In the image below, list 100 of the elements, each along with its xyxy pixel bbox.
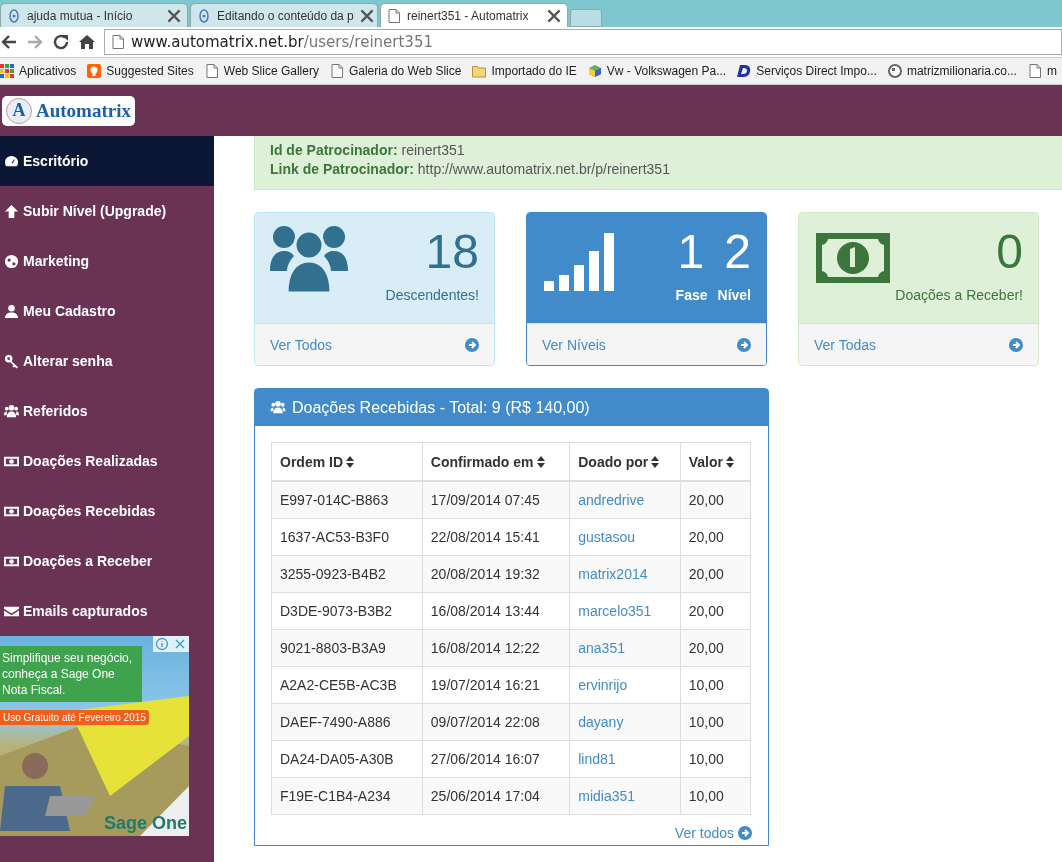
key-icon bbox=[4, 353, 19, 369]
arrow-circle-right-icon bbox=[465, 337, 479, 352]
letter-d-icon bbox=[737, 64, 752, 78]
sidebar-item[interactable]: Doações a Receber bbox=[0, 536, 214, 586]
sidebar-item[interactable]: Meu Cadastro bbox=[0, 286, 214, 336]
bookmark[interactable]: matrizmilionaria.co... bbox=[887, 64, 1017, 78]
ad-banner[interactable]: Simplifique seu negócio, conheça a Sage One Nota Fiscal. Uso Gratuito até Fevereiro 2015 Sage One bbox=[0, 636, 189, 836]
sidebar-item[interactable]: Doações Realizadas bbox=[0, 436, 214, 486]
sidebar-item[interactable]: Subir Nível (Upgrade) bbox=[0, 186, 214, 236]
table-cell: 22/08/2014 15:41 bbox=[422, 518, 570, 556]
arrow-circle-right-icon bbox=[1009, 337, 1023, 352]
lightbulb-icon bbox=[87, 64, 102, 78]
table-cell: 25/06/2014 17:04 bbox=[422, 777, 570, 815]
folder-icon bbox=[472, 64, 487, 78]
dashboard-icon bbox=[4, 153, 19, 169]
panel-title: Doações Recebidas - Total: 9 (R$ 140,00) bbox=[292, 398, 590, 417]
arrow-up-icon bbox=[4, 203, 19, 219]
sidebar-item[interactable]: Emails capturados bbox=[0, 586, 214, 636]
table-cell: 3255-0923-B4B2 bbox=[271, 555, 423, 593]
back-icon[interactable] bbox=[0, 33, 18, 51]
table-cell: 20,00 bbox=[680, 592, 751, 630]
browser-tab[interactable]: ajuda mutua - Início bbox=[0, 3, 188, 27]
table-cell: 20,00 bbox=[680, 481, 751, 519]
bookmark[interactable]: Web Slice Gallery bbox=[204, 64, 319, 78]
page-icon bbox=[204, 64, 219, 78]
donor-link[interactable]: lind81 bbox=[569, 740, 681, 778]
donor-link[interactable]: gustasou bbox=[569, 518, 681, 556]
sort-icon bbox=[346, 455, 354, 468]
reload-icon[interactable] bbox=[52, 33, 70, 51]
view-all-link[interactable]: Ver todos bbox=[674, 825, 752, 841]
sidebar-item[interactable]: Alterar senha bbox=[0, 336, 214, 386]
page-icon bbox=[387, 8, 401, 23]
ad-headline: Simplifique seu negócio, conheça a Sage One Nota Fiscal. bbox=[0, 646, 142, 702]
donor-link[interactable]: ana351 bbox=[569, 629, 681, 667]
arrow-circle-right-icon bbox=[738, 826, 752, 840]
stat-label: Doações a Receber! bbox=[895, 287, 1023, 303]
bookmark[interactable]: Galeria do Web Slice bbox=[329, 64, 462, 78]
browser-tab[interactable]: Editando o conteúdo da p bbox=[190, 3, 378, 27]
sort-icon bbox=[726, 455, 734, 468]
table-cell: 16/08/2014 13:44 bbox=[422, 592, 570, 630]
sort-icon bbox=[536, 455, 545, 468]
table-cell: 20,00 bbox=[680, 629, 751, 667]
site-icon bbox=[7, 8, 21, 23]
table-cell: E997-014C-B863 bbox=[271, 481, 423, 519]
ad-close-icon[interactable] bbox=[153, 636, 189, 652]
close-icon[interactable] bbox=[547, 8, 561, 23]
donor-link[interactable]: andredrive bbox=[569, 481, 681, 519]
table-cell: F19E-C1B4-A234 bbox=[271, 777, 423, 815]
bookmark[interactable]: Suggested Sites bbox=[87, 64, 194, 78]
table-cell: 10,00 bbox=[680, 777, 751, 815]
stat-label: Fase bbox=[675, 287, 708, 303]
cube-icon bbox=[587, 64, 602, 78]
close-icon[interactable] bbox=[167, 8, 181, 23]
sidebar-item[interactable]: Marketing bbox=[0, 236, 214, 286]
table-cell: DAEF-7490-A886 bbox=[271, 703, 423, 741]
stat-value: 0 bbox=[996, 224, 1023, 280]
sponsor-info-text: Id de Patrocinador: reinert351 bbox=[270, 142, 466, 158]
donor-link[interactable]: ervinrijo bbox=[569, 666, 681, 704]
donor-link[interactable]: dayany bbox=[569, 703, 681, 741]
table-cell: 10,00 bbox=[680, 740, 751, 778]
bookmark[interactable]: m bbox=[1027, 64, 1057, 78]
table-cell: 9021-8803-B3A9 bbox=[271, 629, 423, 667]
table-cell: 1637-AC53-B3F0 bbox=[271, 518, 423, 556]
globe-icon bbox=[4, 253, 19, 269]
table-cell: 20,00 bbox=[680, 518, 751, 556]
stat-label: Descendentes! bbox=[385, 287, 479, 303]
logo-letter: A bbox=[6, 97, 32, 124]
address-bar[interactable]: www.automatrix.net.br/users/reinert351 bbox=[104, 29, 1062, 55]
donor-link[interactable]: midia351 bbox=[569, 777, 681, 815]
table-cell: 17/09/2014 07:45 bbox=[422, 481, 570, 519]
close-icon[interactable] bbox=[359, 8, 374, 23]
donor-link[interactable]: matrix2014 bbox=[569, 555, 681, 593]
table-cell: 20,00 bbox=[680, 555, 751, 593]
user-icon bbox=[4, 303, 19, 319]
table-cell: 20/08/2014 19:32 bbox=[422, 555, 570, 593]
bookmark[interactable]: Vw - Volkswagen Pa... bbox=[587, 64, 727, 78]
bookmark[interactable]: Serviços Direct Impo... bbox=[737, 64, 877, 78]
page-icon bbox=[329, 64, 344, 78]
bookmark[interactable]: Importado do IE bbox=[472, 64, 577, 78]
sponsor-info-text: Link de Patrocinador: http://www.automatrix.net.br/p/reinert351 bbox=[270, 161, 671, 177]
sidebar-item[interactable]: Referidos bbox=[0, 386, 214, 436]
table-cell: A2A2-CE5B-AC3B bbox=[271, 666, 423, 704]
donor-link[interactable]: marcelo351 bbox=[569, 592, 681, 630]
users-icon bbox=[269, 400, 287, 415]
sidebar-item[interactable]: Escritório bbox=[0, 136, 214, 186]
browser-tab[interactable]: reinert351 - Automatrix bbox=[380, 3, 568, 27]
sidebar-item[interactable]: Doações Recebidas bbox=[0, 486, 214, 536]
page-icon bbox=[111, 35, 125, 49]
table-cell: 16/08/2014 12:22 bbox=[422, 629, 570, 667]
sort-icon bbox=[651, 455, 660, 468]
home-icon[interactable] bbox=[78, 33, 96, 51]
ad-brand-text: Sage One bbox=[103, 813, 187, 834]
site-logo[interactable]: A Automatrix bbox=[2, 95, 135, 126]
table-cell: 19/07/2014 16:21 bbox=[422, 666, 570, 704]
bookmark[interactable]: Aplicativos bbox=[0, 64, 77, 78]
globe-icon bbox=[887, 64, 902, 78]
site-icon bbox=[197, 8, 211, 23]
stat-value: 2 bbox=[724, 224, 751, 280]
stat-value: 18 bbox=[425, 224, 479, 280]
stat-label: Nível bbox=[717, 287, 751, 303]
